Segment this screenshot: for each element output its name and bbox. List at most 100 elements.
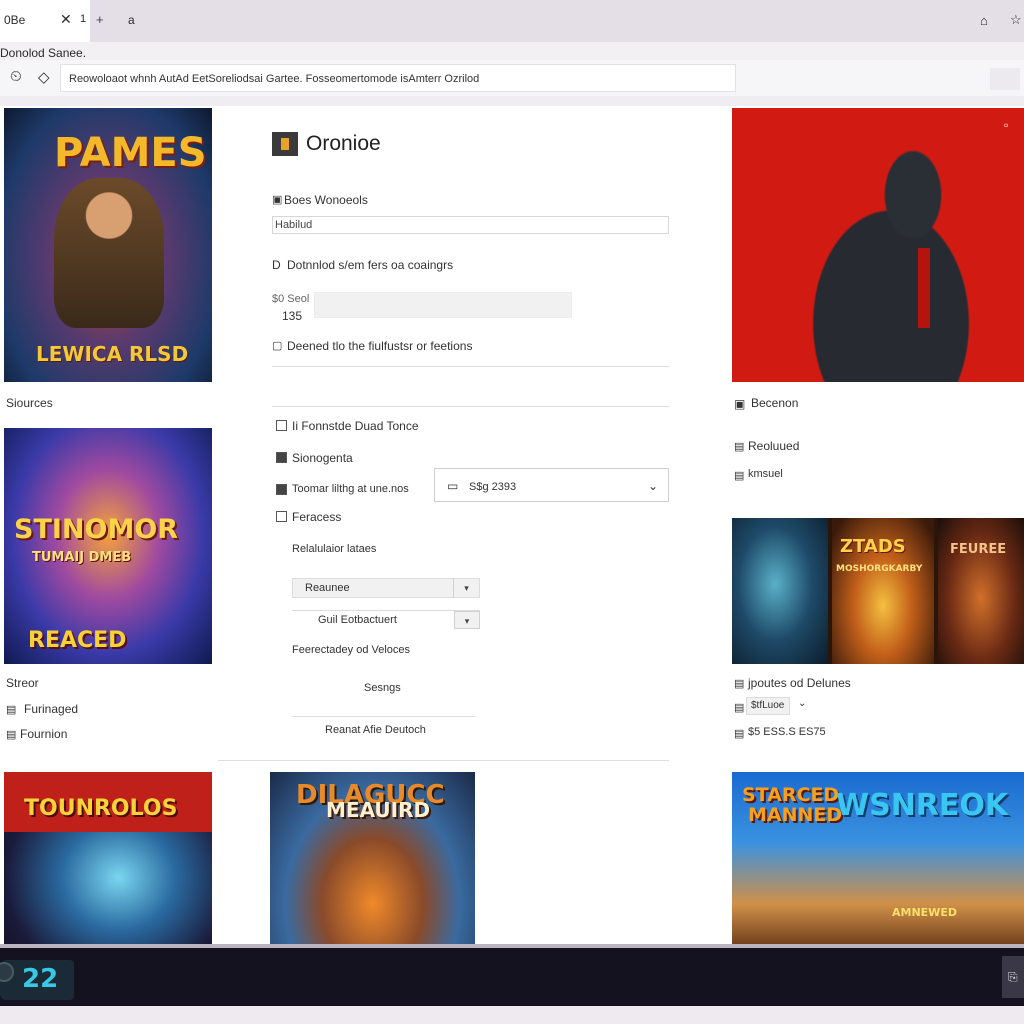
bookmark-icon[interactable]: ☆ (1010, 12, 1022, 28)
footer-link[interactable]: Reanat Afie Deutoch (325, 724, 426, 736)
download-icon: D (272, 258, 281, 272)
right-select[interactable]: $tfLuoe (746, 697, 790, 715)
right-select-value: $tfLuoe (751, 700, 785, 711)
page-title: Oronioe (306, 132, 381, 155)
navigate-icon[interactable]: ◇ (38, 68, 50, 86)
toolbar-divider (0, 96, 1024, 106)
divider (272, 366, 669, 367)
checkbox-4-label: Feracess (292, 510, 342, 524)
checkbox-2[interactable] (276, 452, 287, 463)
settings-card (218, 108, 726, 772)
game-thumbnail-meauird[interactable]: DILAGUCC MEAUIRD (270, 772, 475, 948)
game-thumbnail-red[interactable]: ▫ (732, 108, 1024, 382)
tray-icon: ⎘ (1008, 970, 1018, 984)
close-icon[interactable]: ▫ (1004, 118, 1008, 132)
close-tab-icon[interactable]: ✕ (60, 11, 72, 28)
thumbnail-title: TOUNROLOS (24, 796, 178, 821)
menu-button[interactable] (990, 68, 1020, 90)
thumbnail-tag: TUMAIJ DMEB (32, 550, 132, 565)
checkbox-1-label: Ii Fonnstde Duad Tonce (292, 419, 419, 433)
right-label-1[interactable]: Becenon (751, 396, 798, 410)
hero-figure (792, 148, 1012, 382)
dropdown-2[interactable]: Guil Eotbactuert ▾ (292, 610, 480, 630)
taskbar: 22 ⎘ (0, 948, 1024, 1006)
checkbox-2-label: Sionogenta (292, 451, 353, 465)
divider (272, 406, 669, 407)
thumbnail-art (732, 518, 828, 664)
thumbnail-subtitle: LEWICA RLSD (36, 342, 189, 366)
thumbnail-title: STARCED (742, 784, 840, 806)
checkbox-1[interactable] (276, 420, 287, 431)
tab-bar: 0Be ✕ 1 + a ⌂ ☆ (0, 0, 1024, 42)
doc-icon: ▢ (272, 340, 283, 352)
hero-figure (54, 178, 164, 328)
right-label-2[interactable]: Reoluued (748, 439, 799, 453)
new-tab-icon[interactable]: + (96, 12, 104, 27)
section1-value: Habilud (275, 219, 313, 231)
file-icon: ▤ (734, 728, 745, 740)
streor-label[interactable]: Streor (6, 676, 39, 690)
chevron-down-icon[interactable]: ⌄ (798, 698, 806, 709)
folder-icon: ▣ (734, 397, 746, 411)
thumbnail-subtitle: REACED (28, 628, 127, 653)
address-url: Reowoloaot whnh AutAd EetSoreliodsai Gar… (69, 73, 480, 85)
game-thumbnail-stinomor[interactable]: STINOMOR TUMAIJ DMEB REACED (4, 428, 212, 664)
game-thumbnail-strip[interactable]: ZTADS MOSHORGKARBY FEUREE (732, 518, 1024, 664)
sources-label: Siources (6, 396, 53, 410)
divider (218, 760, 669, 761)
section2-label: Dotnnlod s/em fers oa coaingrs (287, 258, 454, 272)
dropdown-1[interactable]: Reaunee ▾ (292, 578, 480, 598)
section3-input[interactable] (314, 292, 572, 318)
furinaged-label[interactable]: Furinaged (24, 702, 78, 716)
section3-label: $0 Seol (272, 293, 310, 305)
tray-button[interactable]: ⎘ (1002, 956, 1024, 998)
tab-icon[interactable]: a (128, 13, 135, 27)
section1-input[interactable]: Habilud (272, 216, 669, 234)
launcher-text: 22 (22, 964, 59, 994)
game-thumbnail-pames[interactable]: PAMES LEWICA RLSD (4, 108, 212, 382)
checkbox-3-label: Toomar lilthg at une.nos (292, 483, 409, 495)
sub-label-2: Feerectadey od Veloces (292, 644, 411, 656)
fournion-label[interactable]: Fournion (20, 727, 67, 741)
thumbnail-side-title: WSNREOK (836, 788, 1009, 823)
browser-tab[interactable]: 0Be ✕ 1 (0, 0, 90, 42)
checkbox-4[interactable] (276, 511, 287, 522)
thumbnail-side-title: FEUREE (950, 542, 1007, 557)
thumbnail-badge: AMNEWED (892, 906, 957, 919)
footer-strip (0, 1006, 1024, 1024)
folder-icon: ▣ (272, 194, 283, 206)
settings-link[interactable]: Sesngs (364, 682, 401, 694)
file-icon: ▤ (734, 702, 745, 714)
history-icon[interactable]: ⏲ (10, 68, 22, 85)
home-icon[interactable]: ⌂ (980, 13, 988, 28)
section3-value: 135 (282, 309, 303, 323)
chevron-down-icon: ⌄ (647, 479, 658, 493)
chevron-down-icon: ▾ (453, 579, 479, 597)
checkbox-3[interactable] (276, 484, 287, 495)
file-icon: ▤ (6, 704, 17, 716)
file-icon: ▤ (734, 441, 745, 453)
game-thumbnail-tounrolos[interactable]: TOUNROLOS (4, 772, 212, 948)
thumbnail-title: ZTADS (840, 536, 906, 557)
right-label-3[interactable]: kmsuel (748, 468, 783, 480)
size-select-value: S$g 2393 (469, 481, 517, 493)
tab-count: 1 (80, 13, 87, 25)
window-title: Donolod Sanee. (0, 46, 87, 60)
address-bar[interactable]: Reowoloaot whnh AutAd EetSoreliodsai Gar… (60, 64, 736, 92)
file-icon: ▤ (734, 678, 745, 690)
figure-detail (918, 248, 930, 328)
size-select[interactable]: ▭ S$g 2393 ⌄ (434, 468, 669, 502)
thumbnail-art (938, 518, 1024, 664)
thumbnail-title: STINOMOR (14, 514, 179, 545)
tab-title: 0Be (4, 13, 26, 27)
game-thumbnail-wsnreok[interactable]: STARCED MANNED WSNREOK AMNEWED (732, 772, 1024, 948)
dropdown-2-value: Guil Eotbactuert (318, 614, 397, 626)
right-label-4[interactable]: jpoutes od Delunes (748, 676, 851, 690)
thumbnail-title-2: MANNED (748, 804, 843, 826)
file-icon: ▤ (6, 729, 17, 741)
thumbnail-subtitle: MOSHORGKARBY (836, 564, 923, 574)
dropdown-1-value: Reaunee (305, 582, 350, 594)
right-label-6: $5 ESS.S ES75 (748, 726, 826, 738)
file-icon: ▤ (734, 470, 745, 482)
app-logo-icon (272, 132, 298, 156)
